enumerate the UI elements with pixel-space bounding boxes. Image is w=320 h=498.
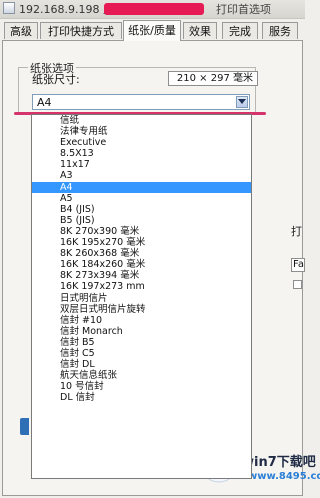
paper-size-option[interactable]: 双层日式明信片旋转 [32, 304, 251, 315]
tab-effects[interactable]: 效果 [183, 22, 217, 39]
watermark-url: www.8495.com [248, 471, 320, 482]
paper-size-option[interactable]: A5 [32, 193, 251, 204]
paper-size-option[interactable]: B4 (JIS) [32, 204, 251, 215]
paper-size-select[interactable]: A4 [32, 94, 250, 110]
window-title-suffix: 打印首选项 [216, 3, 271, 16]
tab-bar: 高级 打印快捷方式 纸张/质量 效果 完成 服务 [0, 20, 305, 41]
paper-size-option[interactable]: B5 (JIS) [32, 215, 251, 226]
paper-size-option[interactable]: 16K 195x270 毫米 [32, 237, 251, 248]
printer-icon [3, 2, 15, 14]
paper-size-option[interactable]: A4 [32, 181, 251, 193]
paper-size-selected-value: A4 [37, 96, 52, 109]
paper-size-option[interactable]: 10 号信封 [32, 381, 251, 392]
paper-size-option[interactable]: 法律专用纸 [32, 126, 251, 137]
paper-size-option[interactable]: 16K 184x260 毫米 [32, 259, 251, 270]
paper-size-option[interactable]: 信封 #10 [32, 315, 251, 326]
tab-paper-quality[interactable]: 纸张/质量 [123, 20, 181, 41]
right-panel-field[interactable]: Fa [291, 258, 305, 272]
paper-size-option[interactable]: 航天信息纸张 [32, 370, 251, 381]
paper-size-label: 纸张尺寸: [32, 73, 80, 86]
right-panel-checkbox[interactable] [293, 280, 302, 289]
tab-services[interactable]: 服务 [262, 22, 298, 39]
tab-advanced[interactable]: 高级 [4, 22, 38, 39]
paper-size-option[interactable]: 8K 270x390 毫米 [32, 226, 251, 237]
paper-size-option[interactable]: 16K 197x273 mm [32, 281, 251, 292]
paper-size-option[interactable]: DL 信封 [32, 392, 251, 403]
chevron-down-icon [238, 99, 246, 104]
paper-size-option[interactable]: 信封 DL [32, 359, 251, 370]
paper-size-dropdown-list[interactable]: 信纸 法律专用纸 Executive 8.5X13 11x17 A3 A4 A5 B4 (JIS… [31, 114, 252, 479]
title-bar: 192.168.9.198 上的 打印首选项 [0, 0, 305, 19]
paper-size-option[interactable]: 信封 B5 [32, 337, 251, 348]
paper-size-option[interactable]: Executive [32, 137, 251, 148]
paper-size-option[interactable]: 信纸 [32, 115, 251, 126]
tab-print-shortcuts[interactable]: 打印快捷方式 [40, 22, 122, 39]
dropdown-button[interactable] [236, 96, 248, 108]
paper-size-option[interactable]: 日式明信片 [32, 293, 251, 304]
paper-size-option[interactable]: A3 [32, 170, 251, 181]
paper-size-option[interactable]: 信封 C5 [32, 348, 251, 359]
paper-size-option[interactable]: 8K 260x368 毫米 [32, 248, 251, 259]
right-panel-label: 打 [291, 225, 302, 238]
paper-size-option[interactable]: 8K 273x394 毫米 [32, 270, 251, 281]
redacted-printer-name [104, 3, 204, 15]
paper-size-option[interactable]: 8.5X13 [32, 148, 251, 159]
watermark-brand: win7下载吧 [242, 455, 316, 470]
paper-size-option[interactable]: 11x17 [32, 159, 251, 170]
tab-finishing[interactable]: 完成 [222, 22, 258, 39]
paper-dimensions: 210 × 297 毫米 [168, 71, 258, 86]
paper-size-option[interactable]: 信封 Monarch [32, 326, 251, 337]
partial-button[interactable] [20, 418, 29, 435]
